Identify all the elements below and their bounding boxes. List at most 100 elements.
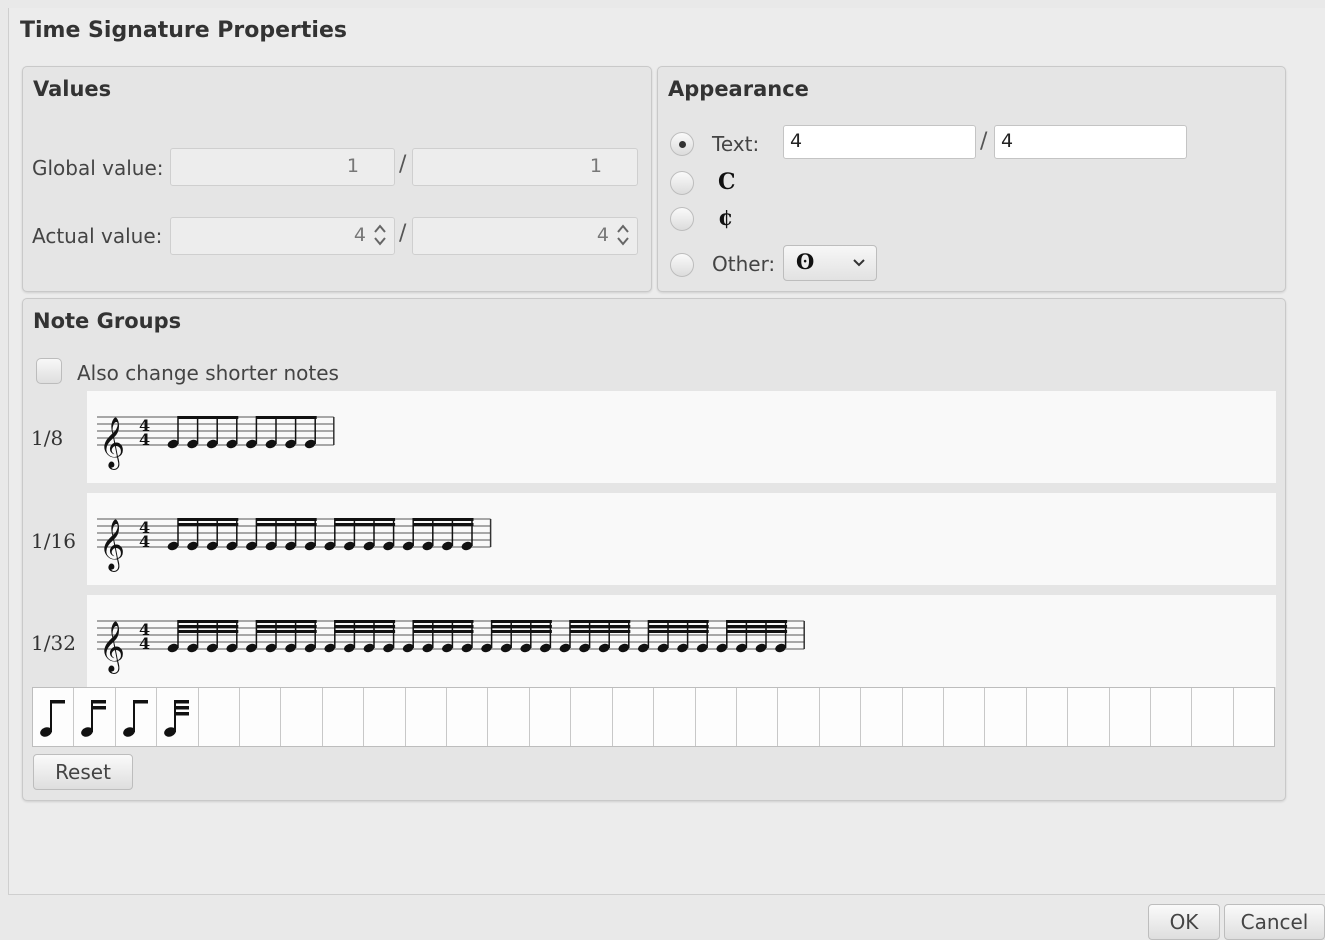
palette-cell[interactable] bbox=[1027, 688, 1069, 746]
note-beam bbox=[256, 620, 317, 623]
staff-sixteenth-notation: 𝄞 44 bbox=[97, 518, 492, 572]
row-label-sixteenth: 1/16 bbox=[31, 529, 76, 553]
time-signature-denominator: 4 bbox=[139, 532, 150, 551]
note-beam bbox=[256, 518, 317, 521]
thirty-second-note-icon bbox=[164, 700, 190, 737]
palette-cell[interactable] bbox=[903, 688, 944, 746]
sixteenth-note-icon bbox=[81, 700, 107, 737]
common-time-symbol: C bbox=[718, 169, 736, 195]
palette-cell[interactable] bbox=[1192, 688, 1234, 746]
cut-time-radio[interactable] bbox=[670, 207, 694, 231]
row-label-thirty-second: 1/32 bbox=[31, 631, 76, 655]
note-beam bbox=[256, 523, 317, 526]
palette-cell[interactable] bbox=[1151, 688, 1193, 746]
note-beam bbox=[726, 625, 788, 628]
palette-cell[interactable] bbox=[737, 688, 779, 746]
note-beam bbox=[334, 625, 396, 628]
staff-thirty-second[interactable]: 𝄞 4 4 bbox=[87, 595, 1276, 687]
time-signature-denominator: 4 bbox=[139, 634, 150, 653]
palette-cell[interactable] bbox=[488, 688, 530, 746]
global-denominator-field[interactable]: 1 bbox=[412, 148, 638, 186]
palette-cell[interactable] bbox=[364, 688, 406, 746]
spinner-arrows-icon[interactable] bbox=[372, 222, 388, 248]
global-value-label: Global value: bbox=[32, 156, 164, 180]
note-beam bbox=[256, 416, 317, 419]
actual-denominator-spinbox[interactable]: 4 bbox=[412, 217, 638, 255]
palette-cell[interactable] bbox=[157, 688, 199, 746]
palette-cell[interactable] bbox=[199, 688, 241, 746]
note-beam bbox=[413, 625, 474, 628]
note-beam bbox=[178, 416, 239, 419]
palette-cell[interactable] bbox=[944, 688, 986, 746]
other-radio[interactable] bbox=[670, 253, 694, 277]
note-beam bbox=[570, 620, 631, 623]
global-denominator-value: 1 bbox=[589, 155, 602, 177]
shorter-notes-checkbox[interactable] bbox=[36, 358, 62, 384]
palette-cell[interactable] bbox=[778, 688, 820, 746]
palette-cell[interactable] bbox=[654, 688, 696, 746]
cut-time-symbol: ¢ bbox=[718, 205, 734, 231]
note-beam bbox=[334, 523, 396, 526]
note-beam bbox=[570, 625, 631, 628]
palette-cell[interactable] bbox=[74, 688, 116, 746]
palette-cell[interactable] bbox=[613, 688, 655, 746]
actual-numerator-spinbox[interactable]: 4 bbox=[170, 217, 395, 255]
note-beam bbox=[648, 625, 709, 628]
note-beam bbox=[648, 630, 709, 633]
palette-cell[interactable] bbox=[571, 688, 613, 746]
note-beam bbox=[491, 625, 552, 628]
treble-clef-icon: 𝄞 bbox=[99, 417, 125, 470]
palette-cell[interactable] bbox=[116, 688, 158, 746]
global-numerator-field[interactable]: 1 bbox=[170, 148, 395, 186]
spinner-arrows-icon[interactable] bbox=[615, 222, 631, 248]
shorter-notes-label: Also change shorter notes bbox=[77, 361, 339, 385]
palette-cell[interactable] bbox=[820, 688, 862, 746]
palette-cell[interactable] bbox=[281, 688, 323, 746]
palette-cell[interactable] bbox=[696, 688, 737, 746]
eighth-note-icon bbox=[122, 700, 148, 737]
note-beam bbox=[413, 518, 474, 521]
palette-cell[interactable] bbox=[240, 688, 282, 746]
text-numerator-input[interactable]: 4 bbox=[783, 125, 976, 159]
palette-cell[interactable] bbox=[861, 688, 903, 746]
note-palette-grid[interactable] bbox=[32, 687, 1275, 747]
actual-value-label: Actual value: bbox=[32, 224, 163, 248]
note-beam bbox=[178, 523, 239, 526]
actual-numerator-value: 4 bbox=[353, 224, 366, 246]
staff-eighth-notation: 𝄞 44 bbox=[97, 416, 335, 470]
text-separator: / bbox=[980, 129, 988, 154]
palette-cell[interactable] bbox=[1234, 688, 1274, 746]
note-beam bbox=[648, 620, 709, 623]
chevron-down-icon bbox=[853, 259, 865, 267]
time-signature-denominator: 4 bbox=[139, 430, 150, 449]
palette-cell[interactable] bbox=[33, 688, 75, 746]
other-selected-symbol: ʘ bbox=[796, 249, 815, 274]
other-radio-label: Other: bbox=[712, 252, 776, 276]
ok-button[interactable]: OK bbox=[1148, 904, 1220, 940]
values-group-title: Values bbox=[33, 77, 112, 101]
cancel-button[interactable]: Cancel bbox=[1224, 904, 1325, 940]
note-groups-title: Note Groups bbox=[33, 309, 182, 333]
note-beam bbox=[256, 630, 317, 633]
treble-clef-icon: 𝄞 bbox=[99, 519, 125, 572]
note-beam bbox=[413, 620, 474, 623]
other-symbol-select[interactable]: ʘ bbox=[783, 245, 877, 281]
reset-button[interactable]: Reset bbox=[33, 754, 133, 790]
global-separator: / bbox=[399, 152, 407, 177]
palette-cell[interactable] bbox=[1068, 688, 1110, 746]
staff-sixteenth[interactable]: 𝄞 4 4 bbox=[87, 493, 1276, 585]
note-beam bbox=[256, 625, 317, 628]
note-beam bbox=[334, 630, 396, 633]
text-denominator-input[interactable]: 4 bbox=[994, 125, 1187, 159]
common-time-radio[interactable] bbox=[670, 171, 694, 195]
note-beam bbox=[178, 630, 239, 633]
staff-eighth[interactable]: 𝄞 4 4 bbox=[87, 391, 1276, 483]
palette-cell[interactable] bbox=[1110, 688, 1151, 746]
treble-clef-icon: 𝄞 bbox=[99, 621, 125, 674]
palette-cell[interactable] bbox=[985, 688, 1027, 746]
palette-cell[interactable] bbox=[447, 688, 489, 746]
palette-cell[interactable] bbox=[323, 688, 365, 746]
text-radio[interactable] bbox=[670, 132, 694, 156]
palette-cell[interactable] bbox=[530, 688, 572, 746]
palette-cell[interactable] bbox=[406, 688, 448, 746]
